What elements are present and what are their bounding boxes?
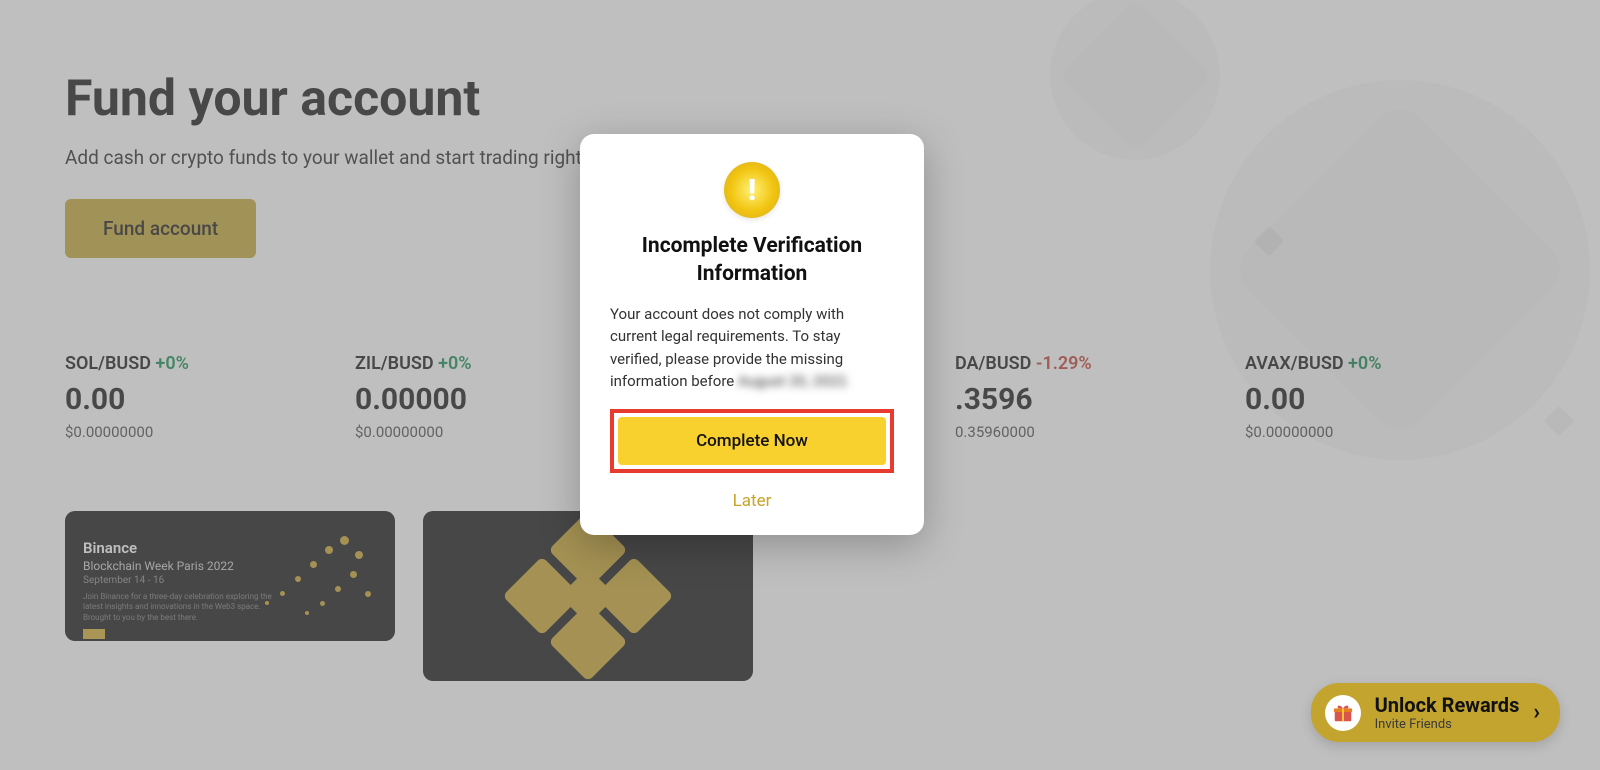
chevron-right-icon: ›: [1533, 700, 1540, 725]
rewards-subtitle: Invite Friends: [1375, 717, 1520, 732]
warning-icon: !: [724, 162, 780, 218]
unlock-rewards-pill[interactable]: Unlock Rewards Invite Friends ›: [1311, 683, 1560, 742]
highlight-box: Complete Now: [610, 409, 894, 473]
modal-body: Your account does not comply with curren…: [610, 303, 894, 393]
later-button[interactable]: Later: [733, 491, 772, 511]
complete-now-button[interactable]: Complete Now: [618, 417, 886, 465]
modal-title: Incomplete Verification Information: [610, 232, 894, 289]
gift-icon: [1325, 695, 1361, 731]
rewards-title: Unlock Rewards: [1375, 693, 1520, 717]
verification-modal: ! Incomplete Verification Information Yo…: [580, 134, 924, 535]
